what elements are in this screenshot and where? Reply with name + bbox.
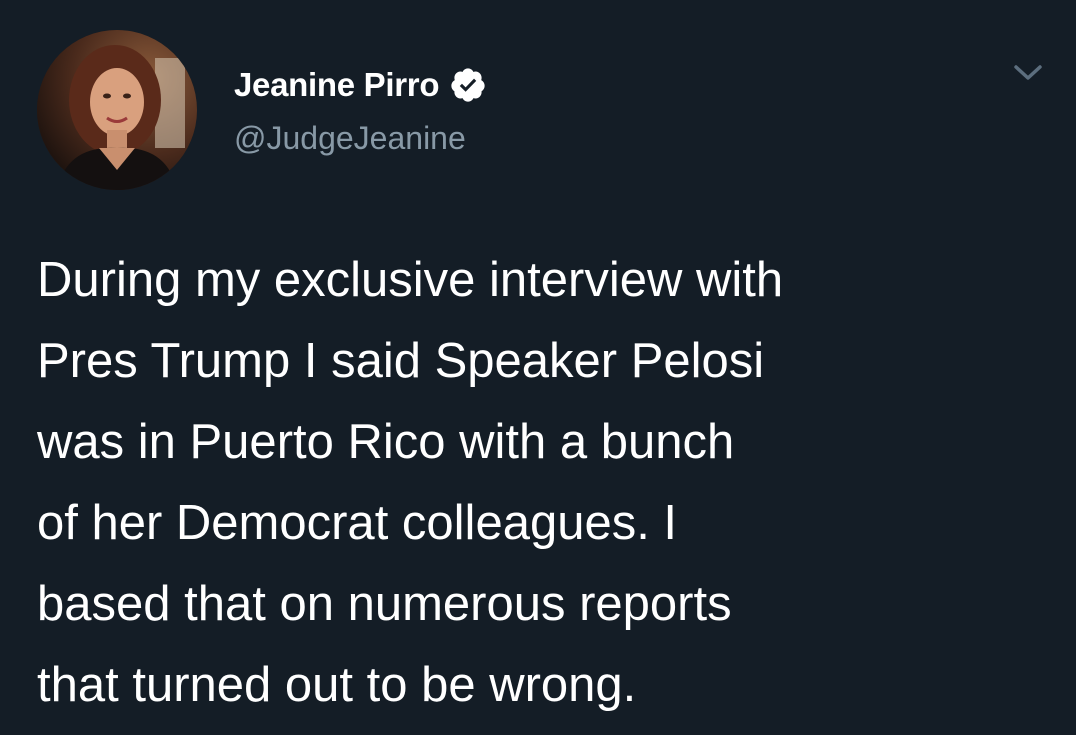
tweet-card: Jeanine Pirro @JudgeJeanine During my ex… [0, 0, 1076, 735]
tweet-text: During my exclusive interview with Pres … [37, 253, 784, 712]
display-name[interactable]: Jeanine Pirro [234, 66, 439, 104]
verified-badge-icon [449, 66, 487, 104]
avatar-image [37, 30, 197, 190]
author-name-row: Jeanine Pirro [234, 62, 487, 108]
chevron-down-icon[interactable] [1008, 58, 1048, 86]
avatar[interactable] [37, 30, 197, 190]
author-handle[interactable]: @JudgeJeanine [234, 120, 466, 157]
